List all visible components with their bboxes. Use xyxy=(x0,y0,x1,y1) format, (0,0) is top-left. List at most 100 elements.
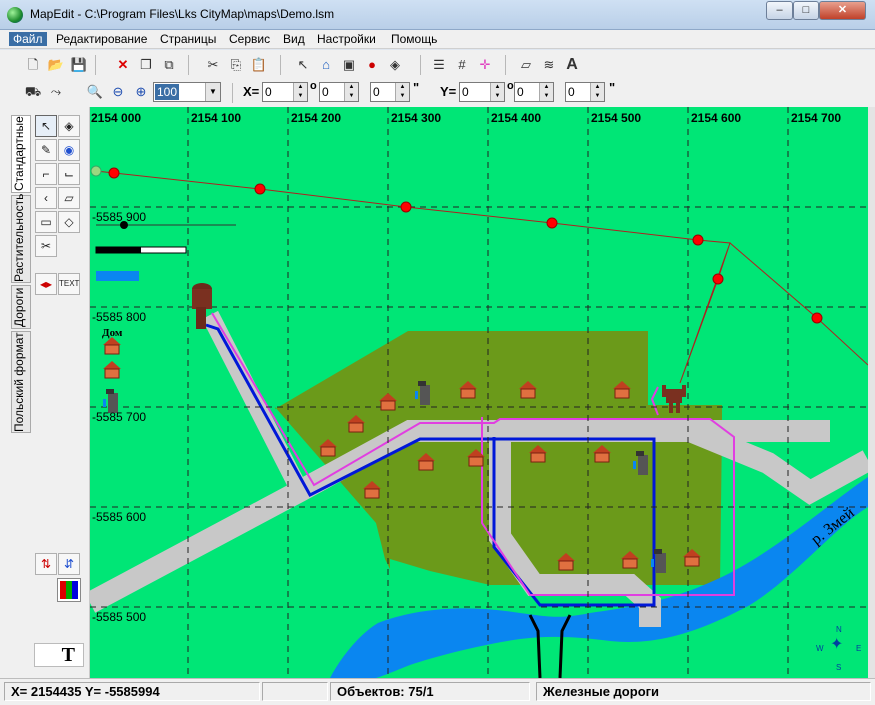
zoom-select[interactable]: 100 ▼ xyxy=(153,82,221,102)
open-file-icon[interactable]: 📂 xyxy=(45,54,67,76)
menu-settings[interactable]: Настройки xyxy=(317,32,376,46)
power-node xyxy=(400,201,412,213)
text-button[interactable]: TEXT xyxy=(58,273,80,295)
nodes-icon[interactable]: ● xyxy=(361,54,383,76)
y-tick-label: -5585 900 xyxy=(92,210,147,224)
close-button[interactable]: ✕ xyxy=(819,1,866,20)
fill-bucket-icon[interactable]: ◈ xyxy=(58,115,80,137)
tab-standard[interactable]: Стандартные xyxy=(11,115,31,193)
delete-icon[interactable]: ✕ xyxy=(112,54,134,76)
tab-roads[interactable]: Дороги xyxy=(11,285,31,329)
map-canvas[interactable]: 2154 000 2154 100 2154 200 2154 300 2154 400… xyxy=(90,107,868,678)
x-tick-label: 2154 500 xyxy=(591,111,642,125)
x-minutes-input[interactable]: 0 xyxy=(319,82,359,102)
status-layer: Железные дороги xyxy=(536,682,871,701)
copy-icon[interactable]: ⎘ xyxy=(225,54,247,76)
tab-vegetation[interactable]: Растительность xyxy=(11,194,31,283)
copy-object-icon[interactable]: ❐ xyxy=(135,54,157,76)
image-icon[interactable]: ▣ xyxy=(338,54,360,76)
tab-polish-format[interactable]: Польский формат xyxy=(11,331,31,433)
y-seconds-input[interactable]: 0 xyxy=(565,82,605,102)
left-tool-panel: Стандартные Растительность Дороги Польск… xyxy=(0,107,90,678)
rhombus-icon[interactable]: ◇ xyxy=(58,211,80,233)
main-toolbar: 🗋 📂 💾 ✕ ❐ ⧉ ✂ ⎘ 📋 ↖ ⌂ ▣ ● ◈ ☰ # ✛ ▱ ≋ A xyxy=(0,50,875,79)
step-line-icon[interactable]: ⌙ xyxy=(58,163,80,185)
menu-pages[interactable]: Страницы xyxy=(160,32,216,46)
y-degrees-input[interactable]: 0 xyxy=(459,82,505,102)
select-tool-icon[interactable]: ↖ xyxy=(35,115,57,137)
x-tick-label: 2154 300 xyxy=(391,111,442,125)
x-tick-label: 2154 100 xyxy=(191,111,242,125)
vertical-scrollbar[interactable] xyxy=(868,107,875,678)
x-seconds-input[interactable]: 0 xyxy=(370,82,410,102)
house-icon xyxy=(103,361,121,379)
maximize-button[interactable]: □ xyxy=(793,1,819,20)
grid-icon[interactable]: # xyxy=(451,54,473,76)
status-empty xyxy=(262,682,328,701)
parallelogram-icon[interactable]: ▱ xyxy=(58,187,80,209)
route-icon[interactable]: ⤳ xyxy=(45,81,67,103)
curve-icon[interactable]: ‹ xyxy=(35,187,57,209)
paste-icon[interactable]: 📋 xyxy=(248,54,270,76)
flip-icon[interactable]: ◂▸ xyxy=(35,273,57,295)
layers-icon[interactable]: ≋ xyxy=(538,54,560,76)
menu-help[interactable]: Помощь xyxy=(391,32,437,46)
legend-water-sample xyxy=(96,271,139,281)
menu-bar: Файл Редактирование Страницы Сервис Вид … xyxy=(0,30,875,49)
power-node xyxy=(811,312,823,324)
y-tick-label: -5585 600 xyxy=(92,510,147,524)
cut-icon[interactable]: ✂ xyxy=(202,54,224,76)
x-degrees-input[interactable]: 0 xyxy=(262,82,308,102)
gps-icon[interactable]: ⛟ xyxy=(22,81,44,103)
menu-service[interactable]: Сервис xyxy=(229,32,270,46)
x-second-mark: " xyxy=(413,80,420,95)
zoom-out-icon[interactable]: ⊖ xyxy=(107,81,129,103)
home-icon[interactable]: ⌂ xyxy=(315,54,337,76)
pointer-icon[interactable]: ↖ xyxy=(292,54,314,76)
zoom-fit-icon[interactable]: 🔍 xyxy=(84,81,106,103)
zoom-in-icon[interactable]: ⊕ xyxy=(130,81,152,103)
crosshair-icon[interactable]: ✛ xyxy=(474,54,496,76)
house-icon xyxy=(103,337,121,355)
power-node xyxy=(692,234,704,246)
menu-file[interactable]: Файл xyxy=(9,32,47,46)
group-icon[interactable]: ⧉ xyxy=(158,54,180,76)
new-file-icon[interactable]: 🗋 xyxy=(22,54,44,76)
properties-icon[interactable]: ☰ xyxy=(428,54,450,76)
power-start-node xyxy=(90,165,102,177)
pencil-icon[interactable]: ✎ xyxy=(35,139,57,161)
x-label: X= xyxy=(243,84,260,99)
navigation-toolbar: ⛟ ⤳ 🔍 ⊖ ⊕ 100 ▼ X= 0 o 0 0 " Y= 0 o 0 0 … xyxy=(0,79,875,107)
palette-icon[interactable] xyxy=(57,578,81,602)
y-second-mark: " xyxy=(609,80,616,95)
scissors-icon[interactable]: ✂ xyxy=(35,235,57,257)
layer-icon[interactable]: ▱ xyxy=(515,54,537,76)
fill-icon[interactable]: ◈ xyxy=(384,54,406,76)
save-file-icon[interactable]: 💾 xyxy=(68,54,90,76)
y-degree-mark: o xyxy=(507,80,514,92)
y-tick-label: -5585 800 xyxy=(92,310,147,324)
font-icon[interactable]: A xyxy=(561,54,583,76)
move-up-icon[interactable]: ⇅ xyxy=(35,553,57,575)
y-minutes-input[interactable]: 0 xyxy=(514,82,554,102)
rectangle-icon[interactable]: ▭ xyxy=(35,211,57,233)
text-tool-icon[interactable]: T xyxy=(34,643,84,667)
color-globe-icon[interactable]: ◉ xyxy=(58,139,80,161)
move-down-icon[interactable]: ⇵ xyxy=(58,553,80,575)
map-drawing xyxy=(90,107,868,678)
minimize-button[interactable]: – xyxy=(766,1,793,20)
compass-east: E xyxy=(856,644,862,653)
status-bar: X= 2154435 Y= -5585994 Объектов: 75/1 Же… xyxy=(0,678,875,705)
y-tick-label: -5585 500 xyxy=(92,610,147,624)
menu-edit[interactable]: Редактирование xyxy=(56,32,147,46)
compass-rose: N S W E ✦ xyxy=(816,625,862,673)
x-tick-label: 2154 000 xyxy=(91,111,142,125)
app-globe-icon xyxy=(7,7,23,23)
menu-view[interactable]: Вид xyxy=(283,32,305,46)
y-label: Y= xyxy=(440,84,457,99)
y-tick-label: -5585 700 xyxy=(92,410,147,424)
x-degree-mark: o xyxy=(310,80,317,92)
polyline-icon[interactable]: ⌐ xyxy=(35,163,57,185)
x-tick-label: 2154 400 xyxy=(491,111,542,125)
x-tick-label: 2154 600 xyxy=(691,111,742,125)
